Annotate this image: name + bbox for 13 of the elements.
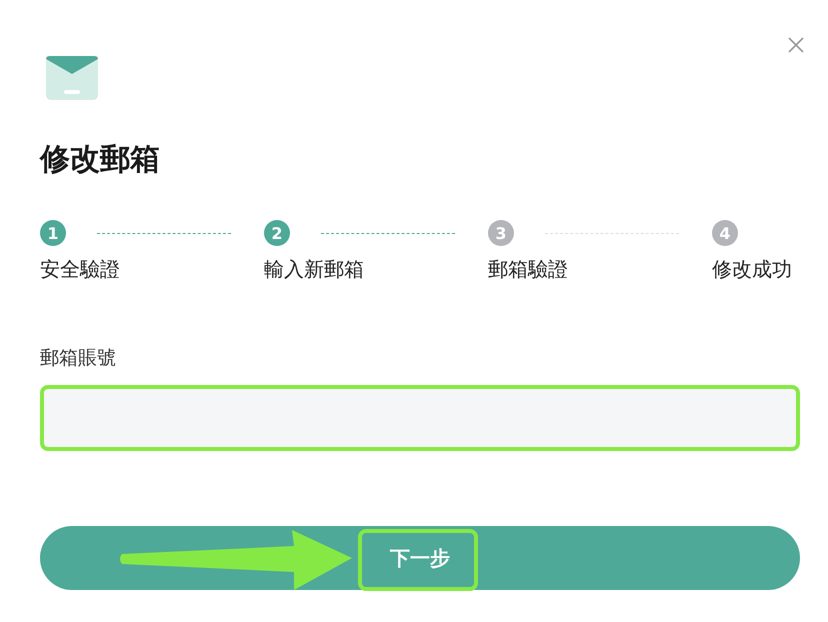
mail-icon [46, 56, 98, 100]
dialog-title: 修改郵箱 [40, 141, 161, 179]
step-label: 輸入新郵箱 [264, 256, 365, 283]
step-number: 3 [488, 220, 514, 246]
step-label: 郵箱驗證 [488, 256, 569, 283]
email-input-field[interactable] [40, 385, 800, 451]
field-label: 郵箱賬號 [40, 346, 117, 371]
step-label: 安全驗證 [40, 256, 121, 283]
step-number: 1 [40, 220, 66, 246]
next-button[interactable]: 下一步 [40, 526, 800, 590]
step-number: 4 [712, 220, 738, 246]
step-label: 修改成功 [712, 256, 793, 283]
step-number: 2 [264, 220, 290, 246]
